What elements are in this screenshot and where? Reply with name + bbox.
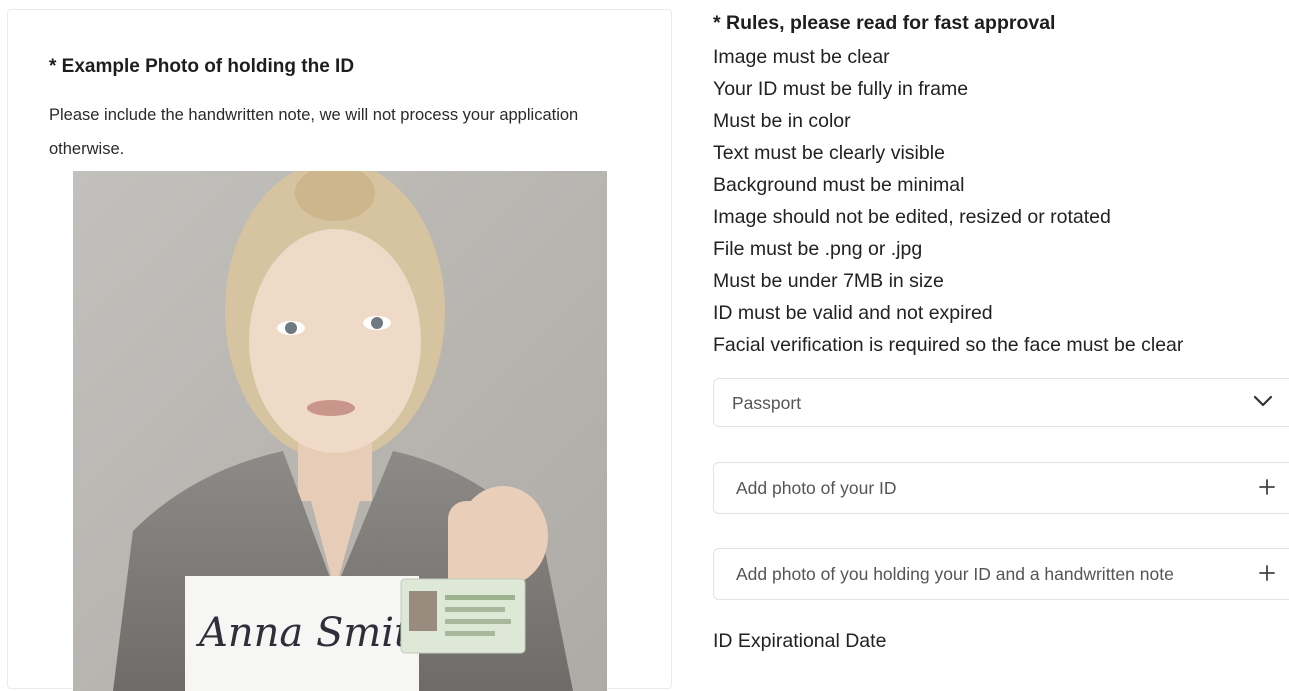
- rule-item: ID must be valid and not expired: [713, 302, 993, 324]
- example-id-photo: Anna Smith: [73, 171, 607, 691]
- add-id-photo-label: Add photo of your ID: [736, 478, 897, 498]
- add-id-photo-button[interactable]: Add photo of your ID: [713, 462, 1289, 514]
- example-photo-card: * Example Photo of holding the ID Please…: [7, 9, 672, 691]
- rule-item: Facial verification is required so the f…: [713, 334, 1184, 356]
- rule-item: Must be in color: [713, 110, 851, 132]
- id-type-select-value: Passport: [732, 393, 802, 413]
- rule-item: Image must be clear: [713, 46, 890, 68]
- chevron-down-icon: [1253, 394, 1273, 413]
- id-expiration-date-label: ID Expirational Date: [713, 630, 887, 652]
- example-photo-description: Please include the handwritten note, we …: [49, 106, 579, 158]
- rules-list: Image must be clear Your ID must be full…: [713, 41, 1183, 361]
- handwritten-note-text: Anna Smith: [195, 610, 436, 656]
- plus-icon[interactable]: [1258, 478, 1276, 501]
- add-holding-id-photo-label: Add photo of you holding your ID and a h…: [736, 564, 1174, 584]
- id-type-select[interactable]: Passport: [713, 378, 1289, 427]
- rules-title: * Rules, please read for fast approval: [713, 12, 1056, 34]
- rule-item: Must be under 7MB in size: [713, 270, 944, 292]
- rule-item: Text must be clearly visible: [713, 142, 945, 164]
- example-photo-title: * Example Photo of holding the ID: [49, 56, 355, 77]
- add-holding-id-photo-button[interactable]: Add photo of you holding your ID and a h…: [713, 548, 1289, 600]
- rule-item: Your ID must be fully in frame: [713, 78, 969, 100]
- rule-item: Image should not be edited, resized or r…: [713, 206, 1111, 228]
- plus-icon[interactable]: [1258, 564, 1276, 587]
- rule-item: Background must be minimal: [713, 174, 965, 196]
- rule-item: File must be .png or .jpg: [713, 238, 923, 260]
